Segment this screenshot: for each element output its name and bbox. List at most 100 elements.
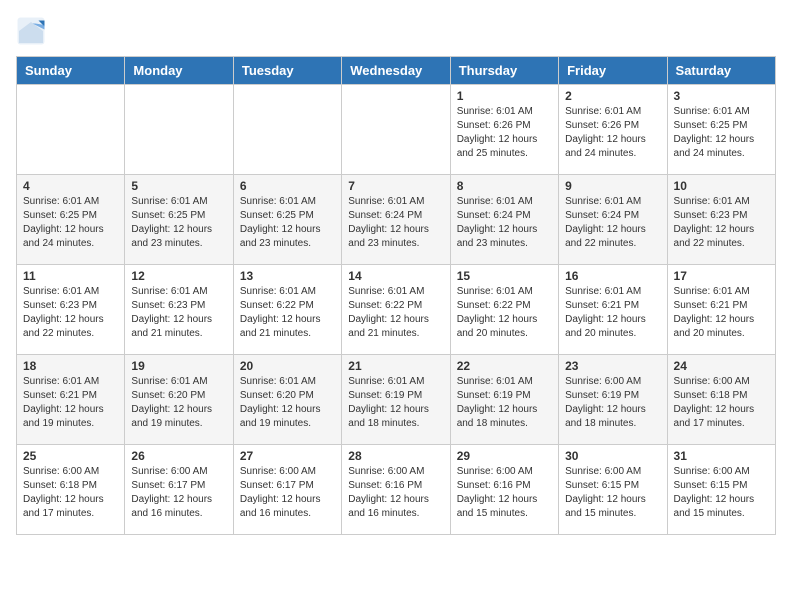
calendar-week-row: 1 Sunrise: 6:01 AM Sunset: 6:26 PM Daylig… — [17, 85, 776, 175]
day-info: Sunrise: 6:01 AM Sunset: 6:24 PM Dayligh… — [457, 195, 552, 251]
calendar-cell: 5 Sunrise: 6:01 AM Sunset: 6:25 PM Daylig… — [125, 175, 233, 265]
day-info: Sunrise: 6:01 AM Sunset: 6:25 PM Dayligh… — [131, 195, 226, 251]
calendar-cell — [233, 85, 341, 175]
day-number: 10 — [674, 179, 769, 193]
calendar-header-row: SundayMondayTuesdayWednesdayThursdayFrid… — [17, 57, 776, 85]
day-info: Sunrise: 6:01 AM Sunset: 6:22 PM Dayligh… — [348, 285, 443, 341]
calendar: SundayMondayTuesdayWednesdayThursdayFrid… — [16, 56, 776, 535]
day-number: 31 — [674, 449, 769, 463]
calendar-cell: 4Sunrise: 6:01 AM Sunset: 6:25 PM Daylig… — [17, 175, 125, 265]
calendar-week-row: 25 Sunrise: 6:00 AM Sunset: 6:18 PM Dayli… — [17, 445, 776, 535]
column-header-wednesday: Wednesday — [342, 57, 450, 85]
calendar-week-row: 11 Sunrise: 6:01 AM Sunset: 6:23 PM Dayli… — [17, 265, 776, 355]
calendar-cell — [342, 85, 450, 175]
calendar-cell: 7 Sunrise: 6:01 AM Sunset: 6:24 PM Daylig… — [342, 175, 450, 265]
day-info: Sunrise: 6:01 AM Sunset: 6:20 PM Dayligh… — [240, 375, 335, 431]
day-info: Sunrise: 6:01 AM Sunset: 6:19 PM Dayligh… — [348, 375, 443, 431]
calendar-cell: 14 Sunrise: 6:01 AM Sunset: 6:22 PM Dayli… — [342, 265, 450, 355]
day-number: 28 — [348, 449, 443, 463]
calendar-cell: 16Sunrise: 6:01 AM Sunset: 6:21 PM Dayli… — [559, 265, 667, 355]
day-number: 15 — [457, 269, 552, 283]
day-number: 24 — [674, 359, 769, 373]
day-number: 13 — [240, 269, 335, 283]
day-info: Sunrise: 6:00 AM Sunset: 6:18 PM Dayligh… — [674, 375, 769, 431]
column-header-sunday: Sunday — [17, 57, 125, 85]
calendar-cell: 17 Sunrise: 6:01 AM Sunset: 6:21 PM Dayli… — [667, 265, 775, 355]
column-header-thursday: Thursday — [450, 57, 558, 85]
calendar-week-row: 18Sunrise: 6:01 AM Sunset: 6:21 PM Dayli… — [17, 355, 776, 445]
day-number: 7 — [348, 179, 443, 193]
calendar-cell: 9 Sunrise: 6:01 AM Sunset: 6:24 PM Daylig… — [559, 175, 667, 265]
calendar-cell: 11 Sunrise: 6:01 AM Sunset: 6:23 PM Dayli… — [17, 265, 125, 355]
day-number: 17 — [674, 269, 769, 283]
day-number: 12 — [131, 269, 226, 283]
day-info: Sunrise: 6:00 AM Sunset: 6:17 PM Dayligh… — [131, 465, 226, 521]
day-info: Sunrise: 6:01 AM Sunset: 6:25 PM Dayligh… — [23, 195, 118, 251]
day-number: 23 — [565, 359, 660, 373]
day-info: Sunrise: 6:01 AM Sunset: 6:26 PM Dayligh… — [457, 105, 552, 161]
column-header-tuesday: Tuesday — [233, 57, 341, 85]
day-number: 1 — [457, 89, 552, 103]
day-info: Sunrise: 6:01 AM Sunset: 6:24 PM Dayligh… — [565, 195, 660, 251]
day-info: Sunrise: 6:00 AM Sunset: 6:15 PM Dayligh… — [565, 465, 660, 521]
calendar-cell: 8 Sunrise: 6:01 AM Sunset: 6:24 PM Daylig… — [450, 175, 558, 265]
calendar-cell: 24 Sunrise: 6:00 AM Sunset: 6:18 PM Dayli… — [667, 355, 775, 445]
day-number: 30 — [565, 449, 660, 463]
calendar-cell: 23 Sunrise: 6:00 AM Sunset: 6:19 PM Dayli… — [559, 355, 667, 445]
calendar-cell — [125, 85, 233, 175]
logo-icon — [16, 16, 46, 46]
calendar-cell: 27 Sunrise: 6:00 AM Sunset: 6:17 PM Dayli… — [233, 445, 341, 535]
calendar-cell: 26 Sunrise: 6:00 AM Sunset: 6:17 PM Dayli… — [125, 445, 233, 535]
day-info: Sunrise: 6:01 AM Sunset: 6:22 PM Dayligh… — [457, 285, 552, 341]
day-number: 20 — [240, 359, 335, 373]
day-number: 25 — [23, 449, 118, 463]
day-info: Sunrise: 6:00 AM Sunset: 6:16 PM Dayligh… — [457, 465, 552, 521]
day-info: Sunrise: 6:01 AM Sunset: 6:24 PM Dayligh… — [348, 195, 443, 251]
day-number: 22 — [457, 359, 552, 373]
header — [16, 16, 776, 46]
day-info: Sunrise: 6:01 AM Sunset: 6:25 PM Dayligh… — [674, 105, 769, 161]
day-info: Sunrise: 6:00 AM Sunset: 6:19 PM Dayligh… — [565, 375, 660, 431]
day-info: Sunrise: 6:00 AM Sunset: 6:18 PM Dayligh… — [23, 465, 118, 521]
day-info: Sunrise: 6:01 AM Sunset: 6:23 PM Dayligh… — [674, 195, 769, 251]
day-number: 11 — [23, 269, 118, 283]
day-number: 3 — [674, 89, 769, 103]
calendar-week-row: 4Sunrise: 6:01 AM Sunset: 6:25 PM Daylig… — [17, 175, 776, 265]
calendar-cell: 15 Sunrise: 6:01 AM Sunset: 6:22 PM Dayli… — [450, 265, 558, 355]
calendar-cell: 12 Sunrise: 6:01 AM Sunset: 6:23 PM Dayli… — [125, 265, 233, 355]
calendar-cell: 2 Sunrise: 6:01 AM Sunset: 6:26 PM Daylig… — [559, 85, 667, 175]
calendar-cell: 3 Sunrise: 6:01 AM Sunset: 6:25 PM Daylig… — [667, 85, 775, 175]
calendar-cell: 21Sunrise: 6:01 AM Sunset: 6:19 PM Dayli… — [342, 355, 450, 445]
day-info: Sunrise: 6:00 AM Sunset: 6:17 PM Dayligh… — [240, 465, 335, 521]
column-header-monday: Monday — [125, 57, 233, 85]
day-info: Sunrise: 6:00 AM Sunset: 6:15 PM Dayligh… — [674, 465, 769, 521]
day-number: 2 — [565, 89, 660, 103]
day-number: 14 — [348, 269, 443, 283]
day-number: 27 — [240, 449, 335, 463]
day-info: Sunrise: 6:01 AM Sunset: 6:21 PM Dayligh… — [565, 285, 660, 341]
day-info: Sunrise: 6:01 AM Sunset: 6:20 PM Dayligh… — [131, 375, 226, 431]
calendar-cell: 22 Sunrise: 6:01 AM Sunset: 6:19 PM Dayli… — [450, 355, 558, 445]
day-number: 18 — [23, 359, 118, 373]
day-number: 26 — [131, 449, 226, 463]
day-number: 6 — [240, 179, 335, 193]
calendar-cell: 10 Sunrise: 6:01 AM Sunset: 6:23 PM Dayli… — [667, 175, 775, 265]
column-header-friday: Friday — [559, 57, 667, 85]
day-info: Sunrise: 6:00 AM Sunset: 6:16 PM Dayligh… — [348, 465, 443, 521]
calendar-cell: 28 Sunrise: 6:00 AM Sunset: 6:16 PM Dayli… — [342, 445, 450, 535]
day-info: Sunrise: 6:01 AM Sunset: 6:23 PM Dayligh… — [131, 285, 226, 341]
day-info: Sunrise: 6:01 AM Sunset: 6:19 PM Dayligh… — [457, 375, 552, 431]
day-info: Sunrise: 6:01 AM Sunset: 6:23 PM Dayligh… — [23, 285, 118, 341]
day-number: 9 — [565, 179, 660, 193]
calendar-cell: 29Sunrise: 6:00 AM Sunset: 6:16 PM Dayli… — [450, 445, 558, 535]
calendar-cell: 18Sunrise: 6:01 AM Sunset: 6:21 PM Dayli… — [17, 355, 125, 445]
day-info: Sunrise: 6:01 AM Sunset: 6:22 PM Dayligh… — [240, 285, 335, 341]
day-number: 19 — [131, 359, 226, 373]
calendar-cell: 6Sunrise: 6:01 AM Sunset: 6:25 PM Daylig… — [233, 175, 341, 265]
day-number: 5 — [131, 179, 226, 193]
day-info: Sunrise: 6:01 AM Sunset: 6:26 PM Dayligh… — [565, 105, 660, 161]
day-number: 8 — [457, 179, 552, 193]
column-header-saturday: Saturday — [667, 57, 775, 85]
calendar-cell: 25 Sunrise: 6:00 AM Sunset: 6:18 PM Dayli… — [17, 445, 125, 535]
day-info: Sunrise: 6:01 AM Sunset: 6:21 PM Dayligh… — [674, 285, 769, 341]
